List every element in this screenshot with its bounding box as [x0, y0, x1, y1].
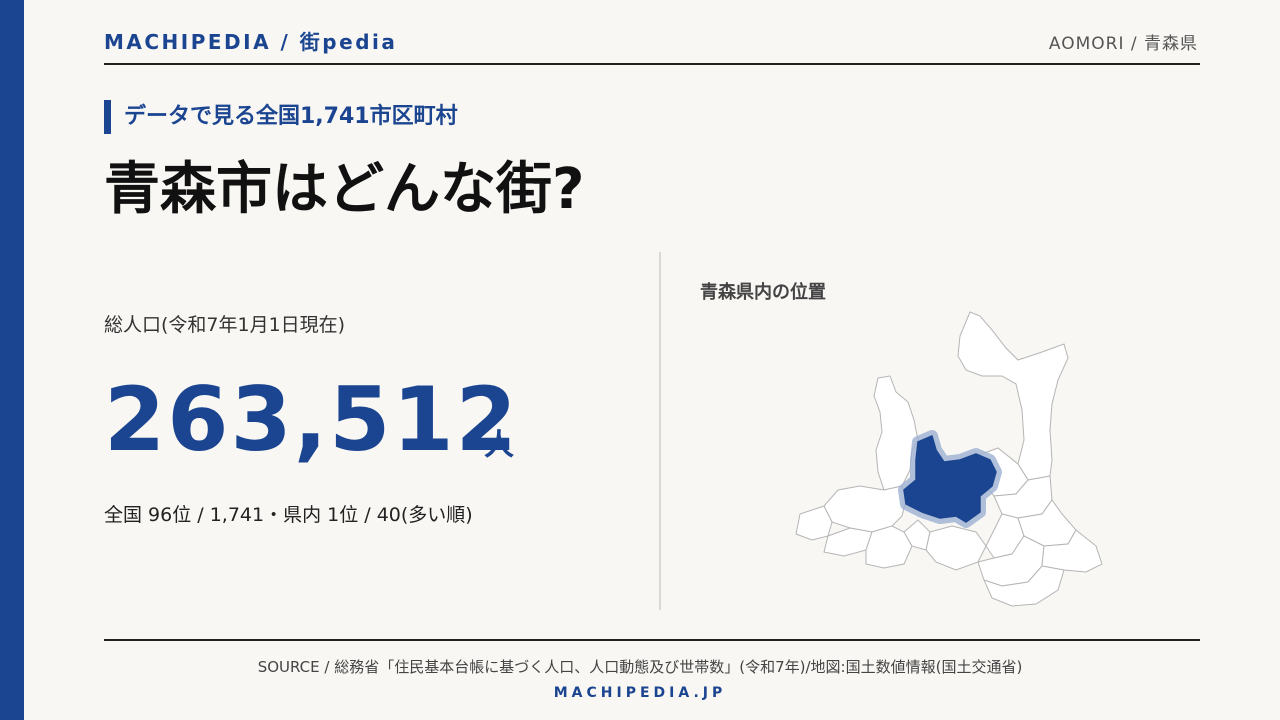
population-value: 263,512 [104, 368, 519, 471]
municipality-shape [823, 485, 907, 533]
population-label: 総人口(令和7年1月1日現在) [104, 314, 346, 336]
population-rank: 全国 96位 / 1,741・県内 1位 / 40(多い順) [104, 504, 473, 526]
municipality-shape [823, 527, 873, 557]
municipality-shape [925, 525, 987, 571]
footer-site-link[interactable]: MACHIPEDIA.JP [0, 685, 1280, 701]
section-divider [659, 252, 661, 610]
page-title: 青森市はどんな街? [104, 157, 585, 222]
left-accent-bar [0, 0, 24, 720]
population-unit: 人 [484, 428, 514, 463]
source-citation: SOURCE / 総務省「住民基本台帳に基づく人口、人口動態及び世帯数」(令和7… [257, 658, 1023, 676]
page-subtitle: データで見る全国1,741市区町村 [104, 100, 458, 134]
header-divider [104, 63, 1200, 65]
site-brand[interactable]: MACHIPEDIA / 街pedia [104, 26, 397, 55]
footer-divider [104, 639, 1200, 641]
municipality-shape [795, 505, 833, 541]
region-breadcrumb: AOMORI / 青森県 [1048, 34, 1198, 54]
aomori-prefecture-map [795, 311, 1103, 607]
